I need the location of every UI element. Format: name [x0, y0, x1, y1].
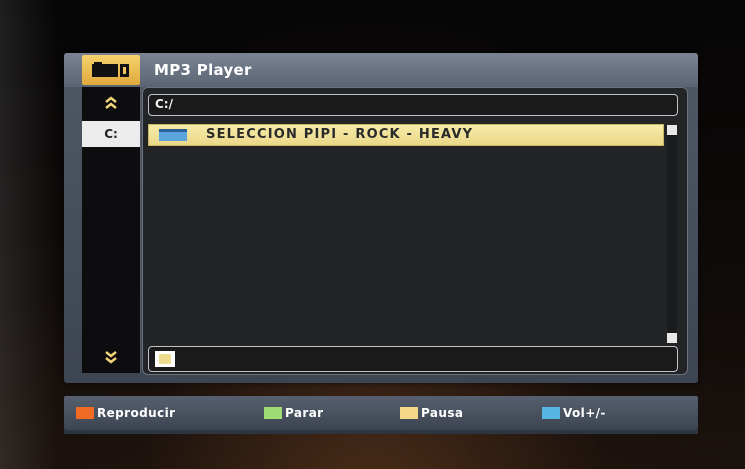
legend-play: Reproducir: [76, 405, 175, 421]
red-key-icon: [76, 407, 94, 419]
mp3-player-window: MP3 Player C: C:/ SELECCION PIPI - ROCK …: [64, 53, 698, 383]
legend-pause: Pausa: [400, 405, 463, 421]
legend-volume: Vol+/-: [542, 405, 606, 421]
file-browser-panel: C:/ SELECCION PIPI - ROCK - HEAVY: [142, 87, 688, 375]
mp3-device-icon: [92, 62, 129, 77]
scroll-down-button[interactable]: [82, 344, 140, 370]
path-bar: C:/: [148, 94, 678, 116]
double-chevron-up-icon: [105, 96, 117, 109]
drive-label: C:: [104, 127, 118, 141]
legend-stop: Parar: [264, 405, 324, 421]
yellow-key-icon: [400, 407, 418, 419]
status-bar: [148, 346, 678, 372]
blue-key-icon: [542, 407, 560, 419]
folder-icon: [159, 129, 187, 141]
legend-volume-label: Vol+/-: [563, 406, 606, 420]
window-title: MP3 Player: [154, 61, 252, 79]
title-bar: MP3 Player: [64, 53, 698, 87]
drive-c-item[interactable]: C:: [82, 121, 140, 147]
legend-play-label: Reproducir: [97, 406, 176, 420]
legend-stop-label: Parar: [285, 406, 324, 420]
sidebar: C:: [82, 87, 141, 373]
scroll-up-arrow[interactable]: [667, 125, 677, 135]
mp3-player-icon-box: [82, 55, 140, 85]
folder-icon: [155, 351, 175, 367]
scroll-down-arrow[interactable]: [667, 333, 677, 343]
file-list-scrollbar[interactable]: [667, 125, 677, 343]
file-name: SELECCION PIPI - ROCK - HEAVY: [206, 127, 474, 142]
double-chevron-down-icon: [105, 351, 117, 364]
scroll-up-button[interactable]: [82, 90, 140, 116]
button-legend-bar: Reproducir Parar Pausa Vol+/-: [64, 396, 698, 430]
green-key-icon: [264, 407, 282, 419]
legend-bottom-edge: [64, 430, 698, 434]
legend-pause-label: Pausa: [421, 406, 464, 420]
file-list-item[interactable]: SELECCION PIPI - ROCK - HEAVY: [148, 124, 664, 146]
current-path: C:/: [155, 97, 173, 111]
screen-glare: [0, 0, 58, 469]
